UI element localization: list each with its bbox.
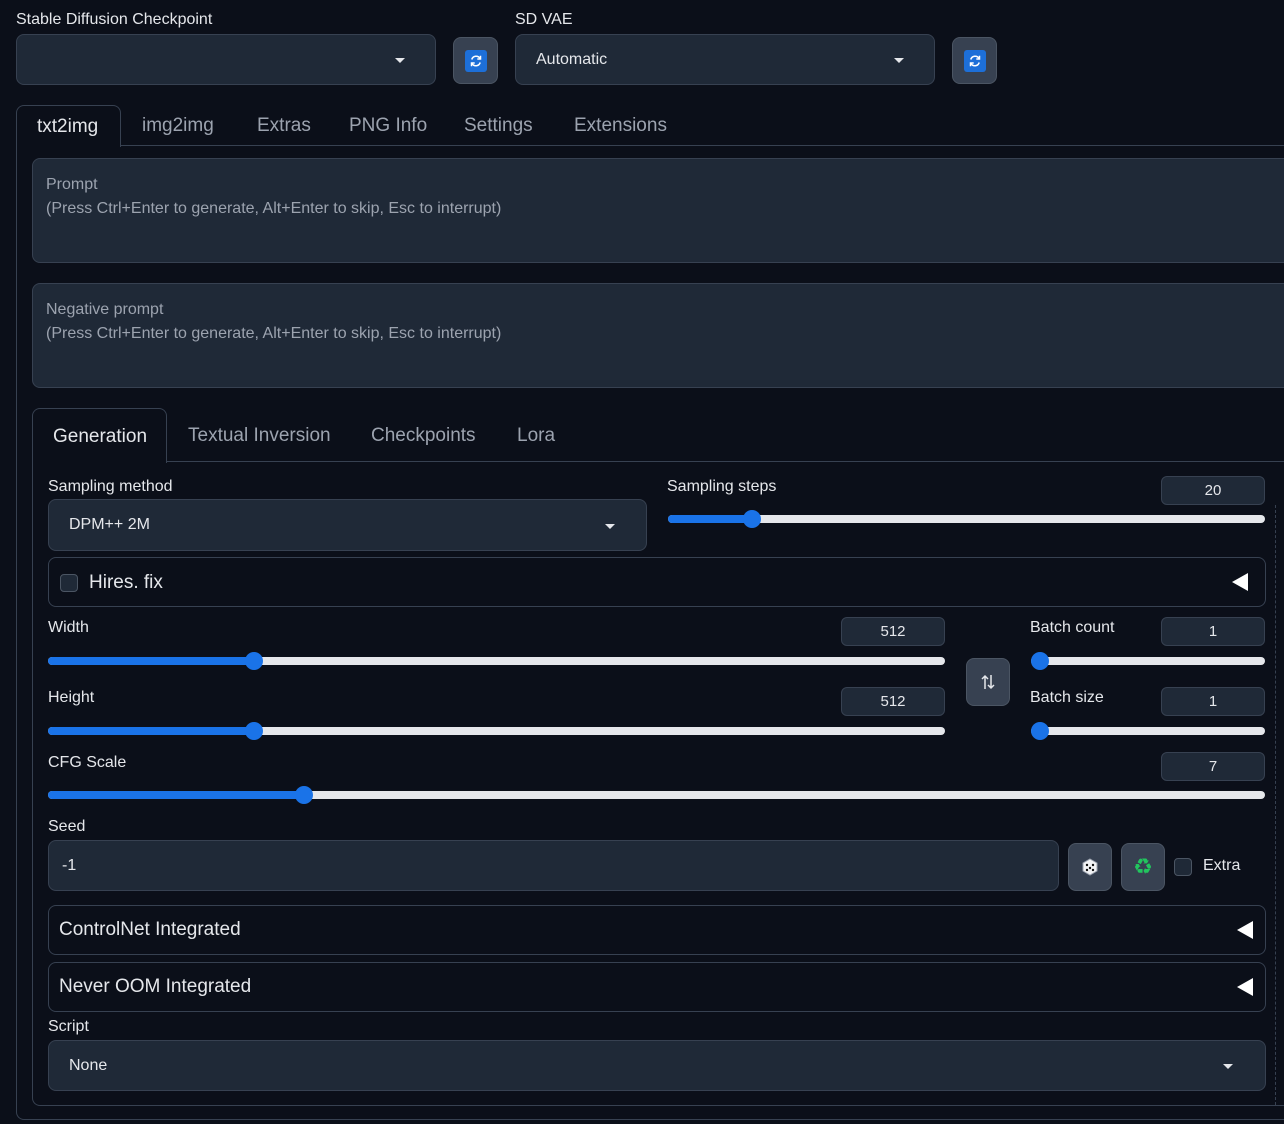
chevron-down-icon	[1223, 1064, 1233, 1069]
negative-prompt-placeholder-title: Negative prompt	[46, 301, 164, 318]
tab-textual-inversion[interactable]: Textual Inversion	[188, 425, 331, 447]
random-seed-button[interactable]	[1068, 843, 1112, 891]
prompt-textarea[interactable]: Prompt (Press Ctrl+Enter to generate, Al…	[32, 158, 1284, 263]
sampling-steps-input[interactable]: 20	[1161, 476, 1265, 505]
tab-txt2img[interactable]: txt2img	[16, 105, 121, 147]
batch-size-label: Batch size	[1030, 689, 1104, 706]
panel-divider	[1275, 505, 1276, 1105]
script-value: None	[69, 1056, 108, 1074]
width-slider[interactable]	[48, 652, 945, 670]
controlnet-accordion[interactable]: ControlNet Integrated	[48, 905, 1266, 955]
tab-img2img[interactable]: img2img	[142, 115, 214, 137]
sampling-steps-label: Sampling steps	[667, 478, 777, 495]
slider-thumb[interactable]	[294, 786, 313, 804]
chevron-down-icon	[605, 524, 615, 529]
collapse-triangle-icon	[1237, 921, 1253, 939]
seed-value: -1	[62, 856, 77, 874]
tab-settings[interactable]: Settings	[464, 115, 533, 137]
checkpoint-refresh-button[interactable]	[453, 37, 498, 84]
reuse-seed-button[interactable]: ♻	[1121, 843, 1165, 891]
never-oom-label: Never OOM Integrated	[59, 976, 252, 997]
slider-thumb[interactable]	[742, 510, 761, 528]
batch-size-slider[interactable]	[1031, 722, 1265, 740]
dice-icon	[1082, 858, 1098, 876]
sampling-method-label: Sampling method	[48, 478, 173, 495]
script-label: Script	[48, 1018, 89, 1035]
tab-label: txt2img	[37, 116, 99, 137]
prompt-placeholder-title: Prompt	[46, 176, 98, 193]
collapse-triangle-icon	[1237, 978, 1253, 996]
tab-png-info[interactable]: PNG Info	[349, 115, 427, 137]
vae-dropdown[interactable]: Automatic	[515, 34, 935, 85]
height-slider[interactable]	[48, 722, 945, 740]
swap-dimensions-button[interactable]	[966, 658, 1010, 706]
seed-input[interactable]: -1	[48, 840, 1059, 891]
batch-size-input[interactable]: 1	[1161, 687, 1265, 716]
tab-label: Generation	[53, 426, 148, 447]
prompt-placeholder-hint: (Press Ctrl+Enter to generate, Alt+Enter…	[46, 200, 502, 217]
height-label: Height	[48, 689, 95, 706]
swap-arrows-icon	[981, 674, 995, 690]
extra-checkbox[interactable]	[1174, 858, 1192, 876]
negative-prompt-textarea[interactable]: Negative prompt (Press Ctrl+Enter to gen…	[32, 283, 1284, 388]
tab-checkpoints[interactable]: Checkpoints	[371, 425, 476, 447]
tab-lora[interactable]: Lora	[517, 425, 555, 447]
sampling-steps-slider[interactable]	[668, 510, 1265, 528]
checkpoint-label: Stable Diffusion Checkpoint	[16, 11, 213, 28]
slider-thumb[interactable]	[1031, 652, 1049, 670]
sampling-method-value: DPM++ 2M	[69, 516, 150, 533]
collapse-triangle-icon	[1232, 573, 1248, 591]
cfg-scale-input[interactable]: 7	[1161, 752, 1265, 781]
batch-count-slider[interactable]	[1031, 652, 1265, 670]
hires-fix-accordion[interactable]: Hires. fix	[48, 557, 1266, 607]
vae-refresh-button[interactable]	[952, 37, 997, 84]
width-label: Width	[48, 619, 89, 636]
never-oom-accordion[interactable]: Never OOM Integrated	[48, 962, 1266, 1012]
tab-extensions[interactable]: Extensions	[574, 115, 667, 137]
batch-count-label: Batch count	[1030, 619, 1115, 636]
vae-value: Automatic	[536, 50, 608, 68]
tab-extras[interactable]: Extras	[257, 115, 311, 137]
negative-prompt-placeholder-hint: (Press Ctrl+Enter to generate, Alt+Enter…	[46, 325, 502, 342]
controlnet-label: ControlNet Integrated	[59, 919, 241, 940]
extra-label: Extra	[1203, 857, 1241, 874]
chevron-down-icon	[894, 58, 904, 63]
vae-label: SD VAE	[515, 11, 573, 28]
seed-label: Seed	[48, 818, 86, 835]
cfg-scale-slider[interactable]	[48, 786, 1265, 804]
cfg-scale-label: CFG Scale	[48, 754, 127, 771]
recycle-icon: ♻	[1133, 854, 1153, 879]
width-input[interactable]: 512	[841, 617, 945, 646]
refresh-icon	[464, 49, 487, 72]
refresh-icon	[963, 49, 986, 72]
script-dropdown[interactable]: None	[48, 1040, 1266, 1091]
height-input[interactable]: 512	[841, 687, 945, 716]
hires-fix-label: Hires. fix	[89, 572, 163, 593]
batch-count-input[interactable]: 1	[1161, 617, 1265, 646]
chevron-down-icon	[395, 58, 405, 63]
checkpoint-dropdown[interactable]	[16, 34, 436, 85]
tab-generation[interactable]: Generation	[32, 408, 167, 463]
hires-fix-checkbox[interactable]	[60, 574, 78, 592]
sampling-method-dropdown[interactable]: DPM++ 2M	[48, 499, 647, 551]
slider-thumb[interactable]	[1031, 722, 1049, 740]
